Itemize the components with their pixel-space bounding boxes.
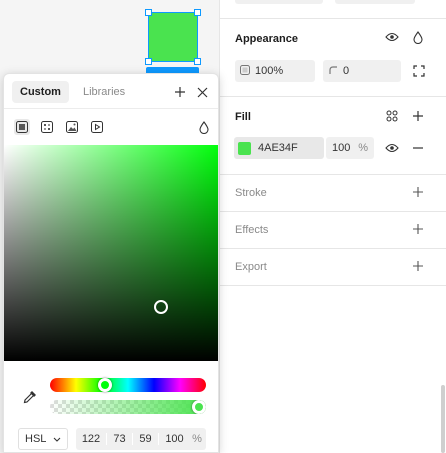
picker-tabs: Custom Libraries: [12, 81, 133, 103]
export-title: Export: [235, 261, 267, 273]
resize-handle-bottom-right[interactable]: [194, 58, 201, 65]
color-picker-popup: Custom Libraries HSL 122 73 59 100 %: [3, 73, 219, 453]
eye-icon[interactable]: [383, 28, 401, 46]
close-icon[interactable]: [193, 83, 211, 101]
corner-radius-icon: [323, 65, 343, 78]
opacity-field[interactable]: 100%: [235, 60, 315, 82]
effects-section: Effects: [220, 211, 446, 248]
fill-title: Fill: [235, 111, 251, 123]
corner-radius-value: 0: [343, 65, 350, 77]
hue-value[interactable]: 122: [76, 433, 106, 445]
add-fill-icon[interactable]: [409, 107, 427, 125]
alpha-gradient: [50, 400, 206, 414]
export-section: Export: [220, 248, 446, 286]
styles-grid-icon[interactable]: [383, 107, 401, 125]
saturation-lightness-area[interactable]: [4, 145, 218, 361]
add-swatch-icon[interactable]: [171, 83, 189, 101]
add-export-icon[interactable]: [409, 257, 427, 275]
alpha-slider-knob[interactable]: [192, 400, 206, 414]
drop-icon[interactable]: [409, 28, 427, 46]
solid-paint-icon[interactable]: [14, 119, 30, 135]
tab-custom[interactable]: Custom: [12, 81, 69, 103]
stroke-section: Stroke: [220, 174, 446, 211]
panel-scrollbar[interactable]: [441, 385, 445, 453]
fill-opacity-unit: %: [358, 142, 368, 154]
fill-hex-value: 4AE34F: [258, 142, 298, 154]
fill-swatch[interactable]: [238, 141, 251, 155]
eyedropper-icon[interactable]: [22, 389, 38, 405]
stroke-title: Stroke: [235, 187, 267, 199]
top-fields-cutoff: [235, 0, 430, 4]
blend-mode-drop-icon[interactable]: [195, 118, 213, 136]
gradient-icon[interactable]: [39, 119, 55, 135]
tab-libraries[interactable]: Libraries: [75, 81, 133, 103]
independent-corners-icon[interactable]: [410, 62, 428, 80]
alpha-slider[interactable]: [50, 400, 206, 414]
add-effect-icon[interactable]: [409, 220, 427, 238]
chevron-down-icon: [53, 433, 61, 445]
image-icon[interactable]: [64, 119, 80, 135]
corner-radius-field[interactable]: 0: [323, 60, 401, 82]
fill-section: Fill 4AE34F 100 %: [220, 96, 446, 174]
hue-slider[interactable]: [50, 378, 206, 392]
color-mode-select[interactable]: HSL: [18, 428, 68, 450]
video-icon[interactable]: [89, 119, 105, 135]
opacity-value: 100%: [255, 65, 284, 77]
appearance-title: Appearance: [235, 33, 298, 45]
resize-handle-bottom-left[interactable]: [145, 58, 152, 65]
color-values-field: 122 73 59 100 %: [76, 428, 206, 450]
alpha-value[interactable]: 100: [158, 433, 190, 445]
color-mode-value: HSL: [25, 433, 47, 445]
properties-panel: Appearance 100% 0 Fill 4AE34F 100 % Stro…: [219, 0, 446, 453]
alpha-unit: %: [192, 433, 202, 445]
resize-handle-top-left[interactable]: [145, 9, 152, 16]
saturation-value[interactable]: 73: [106, 433, 132, 445]
color-knob[interactable]: [154, 300, 168, 314]
fill-hex-field[interactable]: 4AE34F: [234, 137, 324, 159]
lightness-value[interactable]: 59: [132, 433, 158, 445]
resize-handle-top-right[interactable]: [194, 9, 201, 16]
tabs-divider: [4, 108, 218, 109]
add-stroke-icon[interactable]: [409, 183, 427, 201]
selected-frame[interactable]: [145, 9, 201, 65]
fill-type-buttons: [14, 119, 105, 135]
fill-opacity-value: 100: [332, 142, 351, 154]
opacity-icon: [235, 64, 255, 78]
fill-visibility-eye-icon[interactable]: [383, 139, 401, 157]
appearance-section: Appearance 100% 0: [220, 18, 446, 96]
fill-opacity-field[interactable]: 100 %: [326, 137, 374, 159]
remove-fill-icon[interactable]: [409, 139, 427, 157]
frame-fill: [149, 13, 197, 61]
effects-title: Effects: [235, 224, 269, 236]
hue-slider-knob[interactable]: [98, 378, 113, 392]
